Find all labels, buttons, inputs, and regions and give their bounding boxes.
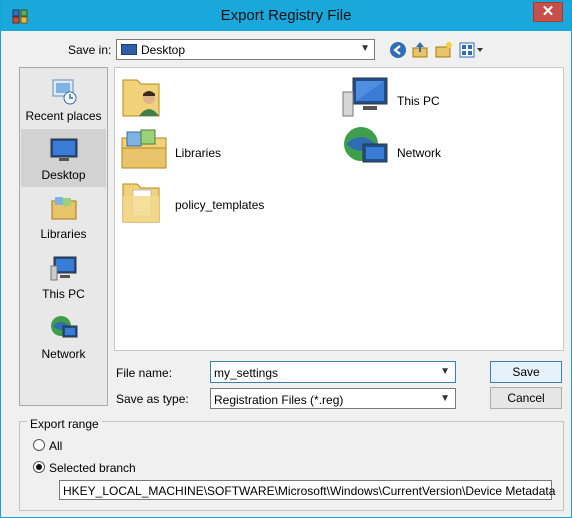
new-folder-icon[interactable] xyxy=(435,41,453,59)
place-libraries[interactable]: Libraries xyxy=(21,188,106,246)
export-registry-dialog: Export Registry File ✕ Save in: Desktop … xyxy=(0,0,572,518)
save-as-type-label: Save as type: xyxy=(116,392,189,406)
save-as-type-combo[interactable]: Registration Files (*.reg) ▼ xyxy=(210,388,456,409)
chevron-down-icon: ▼ xyxy=(360,43,370,54)
place-label: Network xyxy=(41,347,86,361)
file-item-label: policy_templates xyxy=(175,198,265,212)
close-icon: ✕ xyxy=(541,3,555,20)
all-radio[interactable] xyxy=(33,439,45,451)
save-as-type-value: Registration Files (*.reg) xyxy=(214,393,344,407)
place-label: Desktop xyxy=(41,168,86,182)
back-icon[interactable] xyxy=(389,41,407,59)
branch-path-value: HKEY_LOCAL_MACHINE\SOFTWARE\Microsoft\Wi… xyxy=(63,484,556,498)
view-menu-icon[interactable] xyxy=(459,41,485,59)
all-radio-label[interactable]: All xyxy=(49,439,62,453)
chevron-down-icon[interactable]: ▼ xyxy=(440,393,450,404)
export-range-title: Export range xyxy=(27,417,102,431)
network-icon xyxy=(51,316,78,338)
file-name-input[interactable]: my_settings xyxy=(214,366,278,380)
file-item-label: Libraries xyxy=(175,146,222,160)
place-recent-places[interactable]: Recent places xyxy=(21,70,106,128)
up-folder-icon[interactable] xyxy=(411,41,429,59)
title-bar[interactable]: Export Registry File ✕ xyxy=(1,1,571,31)
this-pc-icon xyxy=(342,77,388,117)
file-item-label: This PC xyxy=(397,94,440,108)
recent-places-icon xyxy=(52,79,77,105)
libraries-icon xyxy=(51,197,77,220)
save-in-value: Desktop xyxy=(141,43,186,57)
user-folder-icon xyxy=(122,79,160,117)
libraries-icon xyxy=(121,129,167,169)
file-item-label: Network xyxy=(397,146,442,160)
branch-path-input[interactable]: HKEY_LOCAL_MACHINE\SOFTWARE\Microsoft\Wi… xyxy=(59,480,556,500)
places-bar: Recent places Desktop Libraries This PC … xyxy=(19,67,108,406)
folder-icon xyxy=(122,183,160,223)
this-pc-icon xyxy=(50,256,77,281)
window-title: Export Registry File xyxy=(220,7,352,24)
desktop-icon xyxy=(50,138,78,161)
save-in-combo[interactable]: Desktop ▼ xyxy=(116,39,375,60)
cancel-button[interactable]: Cancel xyxy=(490,387,562,409)
selected-branch-label[interactable]: Selected branch xyxy=(49,461,136,475)
save-button[interactable]: Save xyxy=(490,361,562,383)
save-in-label: Save in: xyxy=(68,43,112,57)
selected-branch-radio[interactable] xyxy=(33,461,45,473)
file-list[interactable]: This PC Libraries Network policy_templat… xyxy=(114,67,564,351)
place-desktop[interactable]: Desktop xyxy=(21,129,106,187)
file-name-combo[interactable]: my_settings ▼ xyxy=(210,361,456,383)
place-network[interactable]: Network xyxy=(21,308,106,366)
place-this-pc[interactable]: This PC xyxy=(21,248,106,306)
chevron-down-icon[interactable]: ▼ xyxy=(440,366,450,377)
network-icon xyxy=(344,127,388,163)
desktop-icon xyxy=(121,44,137,55)
place-label: This PC xyxy=(42,287,85,301)
close-button[interactable]: ✕ xyxy=(533,2,563,22)
place-label: Libraries xyxy=(40,227,87,241)
place-label: Recent places xyxy=(25,109,102,123)
file-name-label: File name: xyxy=(116,366,173,380)
